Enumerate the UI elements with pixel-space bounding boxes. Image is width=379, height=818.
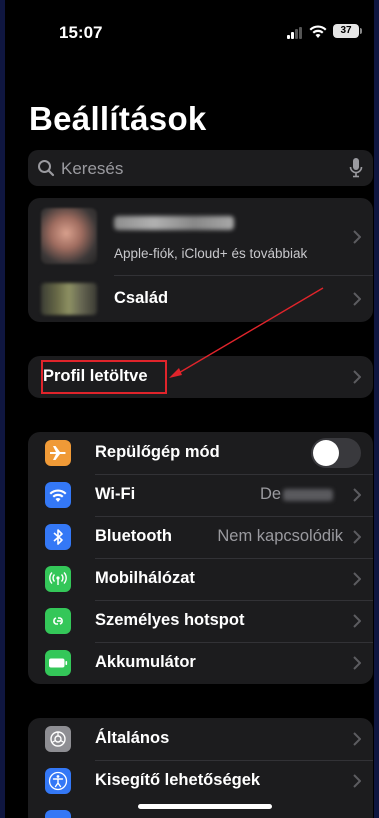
airplane-mode-label: Repülőgép mód <box>95 443 220 461</box>
account-subtitle: Apple-fiók, iCloud+ és továbbiak <box>114 246 308 261</box>
general-row[interactable]: Általános <box>28 718 373 760</box>
toggle-knob <box>313 440 339 466</box>
apple-account-row[interactable]: Apple-fiók, iCloud+ és továbbiak <box>28 198 373 275</box>
signal-icon <box>287 27 303 39</box>
bluetooth-icon <box>45 524 71 550</box>
chevron-right-icon <box>353 572 361 586</box>
hotspot-icon <box>45 608 71 634</box>
battery-row[interactable]: Akkumulátor <box>28 642 373 684</box>
wifi-label: Wi-Fi <box>95 485 136 503</box>
blurred-network-name <box>283 488 334 501</box>
microphone-icon[interactable] <box>349 157 363 179</box>
search-icon <box>38 160 55 177</box>
wifi-row[interactable]: Wi-Fi De <box>28 474 373 516</box>
chevron-right-icon <box>353 530 361 544</box>
home-indicator[interactable] <box>138 804 272 809</box>
bluetooth-row[interactable]: Bluetooth Nem kapcsolódik <box>28 516 373 558</box>
battery-label: Akkumulátor <box>95 653 196 671</box>
airplane-mode-toggle[interactable] <box>311 438 361 468</box>
account-name-blurred <box>114 216 234 230</box>
bluetooth-value: Nem kapcsolódik <box>217 527 343 545</box>
cellular-icon <box>45 566 71 592</box>
accessibility-label: Kisegítő lehetőségek <box>95 771 261 789</box>
general-label: Általános <box>95 729 170 747</box>
cellular-row[interactable]: Mobilhálózat <box>28 558 373 600</box>
wifi-icon <box>45 482 71 508</box>
phone-screen: 15:07 37 Beállítások Keresés Apple-fiók,… <box>5 0 374 818</box>
connectivity-group: Repülőgép mód Wi-Fi De Bluetooth Nem kap… <box>28 432 373 684</box>
hotspot-label: Személyes hotspot <box>95 611 245 629</box>
chevron-right-icon <box>353 774 361 788</box>
battery-status-icon: 37 <box>333 24 362 38</box>
general-group: Általános Kisegítő lehetőségek <box>28 718 373 818</box>
status-bar: 15:07 37 <box>5 0 374 64</box>
airplane-mode-row[interactable]: Repülőgép mód <box>28 432 373 474</box>
chevron-right-icon <box>353 292 361 306</box>
accessibility-icon <box>45 768 71 794</box>
partial-row-icon <box>45 810 71 818</box>
search-placeholder: Keresés <box>61 159 124 178</box>
avatar <box>41 208 97 264</box>
family-row[interactable]: Család <box>28 276 373 322</box>
gear-icon <box>45 726 71 752</box>
annotation-highlight-box <box>41 360 167 394</box>
wifi-value: De <box>260 485 334 504</box>
airplane-icon <box>45 440 71 466</box>
chevron-right-icon <box>353 488 361 502</box>
battery-icon <box>45 650 71 676</box>
page-title: Beállítások <box>29 100 207 137</box>
accessibility-row[interactable]: Kisegítő lehetőségek <box>28 760 373 802</box>
chevron-right-icon <box>353 656 361 670</box>
family-photo <box>41 283 97 315</box>
status-time: 15:07 <box>59 23 103 42</box>
chevron-right-icon <box>353 732 361 746</box>
chevron-right-icon <box>353 614 361 628</box>
family-label: Család <box>114 289 169 307</box>
search-field[interactable]: Keresés <box>28 150 373 186</box>
hotspot-row[interactable]: Személyes hotspot <box>28 600 373 642</box>
wifi-status-icon <box>309 25 327 38</box>
wifi-network-name: De <box>260 485 282 503</box>
bluetooth-label: Bluetooth <box>95 527 172 545</box>
chevron-right-icon <box>353 230 361 244</box>
account-group: Apple-fiók, iCloud+ és továbbiak Család <box>28 198 373 322</box>
cellular-label: Mobilhálózat <box>95 569 195 587</box>
chevron-right-icon <box>353 370 361 384</box>
